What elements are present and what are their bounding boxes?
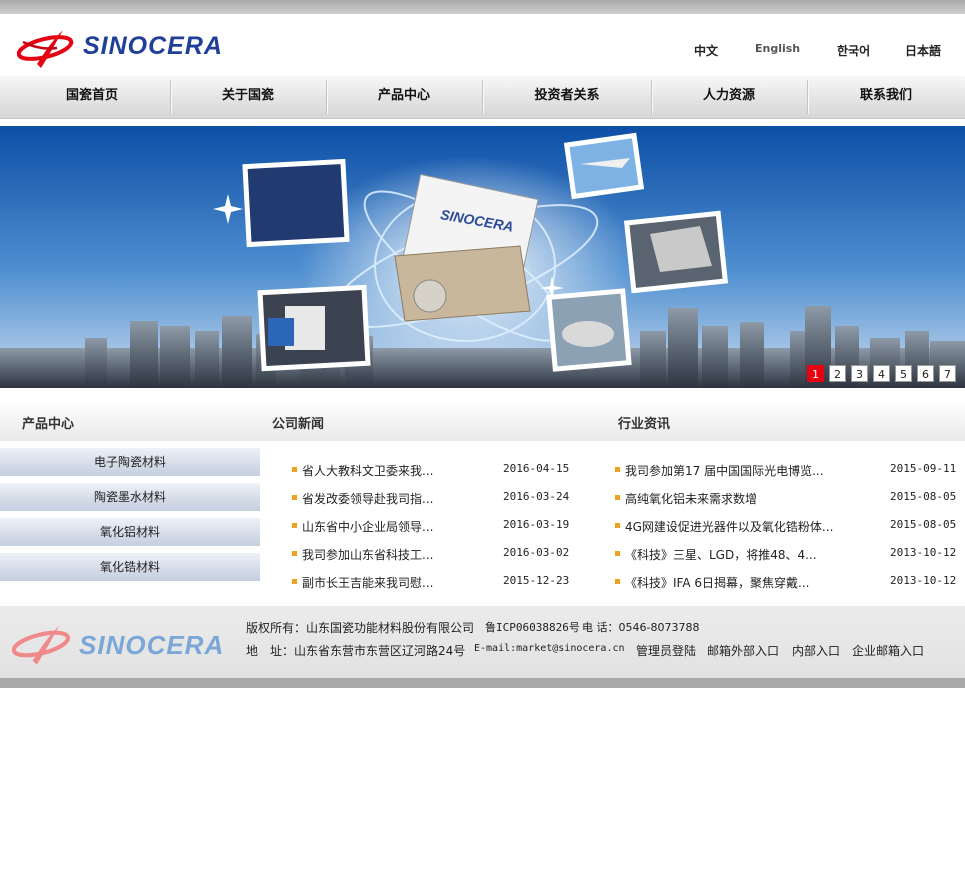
list-item: 副市长王吉能来我司慰... 2015-12-23 xyxy=(292,574,572,590)
footer-address: 地 址：山东省东营市东营区辽河路24号 xyxy=(246,644,466,658)
nav-investors[interactable]: 投资者关系 xyxy=(482,76,652,118)
bullet-icon xyxy=(615,523,620,528)
news-title[interactable]: 副市长王吉能来我司慰... xyxy=(302,574,433,591)
list-item: 高纯氧化铝未来需求数增 2015-08-05 xyxy=(615,490,957,507)
news-title[interactable]: 《科技》三星、LGD，将推48、4... xyxy=(625,546,817,563)
bullet-icon xyxy=(615,467,620,472)
list-item: 我司参加山东省科技工... 2016-03-02 xyxy=(292,546,572,562)
news-title[interactable]: 高纯氧化铝未来需求数增 xyxy=(625,490,757,507)
banner-page-6[interactable]: 6 xyxy=(917,365,934,382)
bottom-strip xyxy=(0,678,965,688)
bullet-icon xyxy=(615,551,620,556)
nav-hr[interactable]: 人力资源 xyxy=(651,76,807,118)
list-item: 4G网建设促进光器件以及氧化锆粉体... 2015-08-05 xyxy=(615,518,957,535)
nav-products[interactable]: 产品中心 xyxy=(326,76,482,118)
news-title[interactable]: 我司参加山东省科技工... xyxy=(302,546,433,563)
news-title[interactable]: 4G网建设促进光器件以及氧化锆粉体... xyxy=(625,518,833,535)
main-nav: 国瓷首页 关于国瓷 产品中心 投资者关系 人力资源 联系我们 xyxy=(0,76,965,119)
news-date: 2013-10-12 xyxy=(890,546,957,559)
news-date: 2016-03-19 xyxy=(503,518,570,531)
news-title[interactable]: 我司参加第17 届中国国际光电博览... xyxy=(625,462,824,479)
news-date: 2016-03-02 xyxy=(503,546,570,559)
bullet-icon xyxy=(292,551,297,556)
news-date: 2016-03-24 xyxy=(503,490,570,503)
category-electronic-ceramics[interactable]: 电子陶瓷材料 xyxy=(0,448,260,477)
footer-email[interactable]: E-mail:market@sinocera.cn xyxy=(474,643,625,654)
news-date: 2015-12-23 xyxy=(503,574,570,587)
lang-korean[interactable]: 한국어 xyxy=(837,42,870,59)
news-title[interactable]: 山东省中小企业局领导... xyxy=(302,518,433,535)
banner-illustration: SINOCERA xyxy=(0,126,965,388)
header: SINOCERA 中文 English 한국어 日本語 xyxy=(0,14,965,76)
news-title[interactable]: 省发改委领导赴我司指... xyxy=(302,490,433,507)
list-item: 《科技》IFA 6日揭幕，聚焦穿戴... 2013-10-12 xyxy=(615,574,957,591)
banner-page-3[interactable]: 3 xyxy=(851,365,868,382)
industry-news-title[interactable]: 行业资讯 xyxy=(618,413,670,432)
banner-page-2[interactable]: 2 xyxy=(829,365,846,382)
footer: SINOCERA 版权所有：山东国瓷功能材料股份有限公司 鲁ICP0603882… xyxy=(0,606,965,678)
hero-banner[interactable]: SINOCERA 1 2 3 4 5 6 7 xyxy=(0,126,965,388)
category-alumina[interactable]: 氧化铝材料 xyxy=(0,518,260,547)
bullet-icon xyxy=(292,467,297,472)
footer-external-mail-link[interactable]: 邮箱外部入口 xyxy=(707,642,779,659)
footer-copyright: 版权所有：山东国瓷功能材料股份有限公司 xyxy=(246,621,475,635)
nav-about[interactable]: 关于国瓷 xyxy=(170,76,326,118)
bullet-icon xyxy=(292,495,297,500)
list-item: 省发改委领导赴我司指... 2016-03-24 xyxy=(292,490,572,506)
bullet-icon xyxy=(292,523,297,528)
lang-english[interactable]: English xyxy=(755,42,800,55)
section-header-bar: 产品中心 公司新闻 行业资讯 xyxy=(0,400,965,441)
news-date: 2015-08-05 xyxy=(890,490,957,503)
news-date: 2016-04-15 xyxy=(503,462,570,475)
list-item: 我司参加第17 届中国国际光电博览... 2015-09-11 xyxy=(615,462,957,479)
nav-home[interactable]: 国瓷首页 xyxy=(12,76,172,118)
list-item: 省人大教科文卫委来我... 2016-04-15 xyxy=(292,462,572,478)
lang-japanese[interactable]: 日本語 xyxy=(905,42,941,59)
nav-contact[interactable]: 联系我们 xyxy=(807,76,965,118)
news-date: 2015-08-05 xyxy=(890,518,957,531)
list-item: 山东省中小企业局领导... 2016-03-19 xyxy=(292,518,572,534)
banner-page-5[interactable]: 5 xyxy=(895,365,912,382)
footer-logo-swirl-icon xyxy=(12,625,71,665)
news-title[interactable]: 省人大教科文卫委来我... xyxy=(302,462,433,479)
products-section-title: 产品中心 xyxy=(22,417,75,432)
banner-page-1[interactable]: 1 xyxy=(807,365,824,382)
bullet-icon xyxy=(292,579,297,584)
company-news-title[interactable]: 公司新闻 xyxy=(272,413,324,432)
list-item: 《科技》三星、LGD，将推48、4... 2013-10-12 xyxy=(615,546,957,563)
news-date: 2015-09-11 xyxy=(890,462,957,475)
category-zirconia[interactable]: 氧化锆材料 xyxy=(0,553,260,582)
top-strip xyxy=(0,0,965,14)
news-date: 2013-10-12 xyxy=(890,574,957,587)
footer-logo-text: SINOCERA xyxy=(79,630,225,660)
bullet-icon xyxy=(615,579,620,584)
footer-phone: 电 话：0546-8073788 xyxy=(582,621,700,634)
category-ceramic-ink[interactable]: 陶瓷墨水材料 xyxy=(0,483,260,512)
footer-corporate-mail-link[interactable]: 企业邮箱入口 xyxy=(852,642,924,659)
banner-pager: 1 2 3 4 5 6 7 xyxy=(807,365,957,383)
news-title[interactable]: 《科技》IFA 6日揭幕，聚焦穿戴... xyxy=(625,574,809,591)
lang-chinese[interactable]: 中文 xyxy=(694,42,718,59)
footer-icp: 鲁ICP06038826号 xyxy=(485,621,580,634)
footer-internal-link[interactable]: 内部入口 xyxy=(792,642,840,659)
bullet-icon xyxy=(615,495,620,500)
language-switcher: 中文 English 한국어 日本語 xyxy=(0,42,965,62)
banner-page-4[interactable]: 4 xyxy=(873,365,890,382)
banner-page-7[interactable]: 7 xyxy=(939,365,956,382)
footer-admin-login-link[interactable]: 管理员登陆 xyxy=(636,642,696,659)
